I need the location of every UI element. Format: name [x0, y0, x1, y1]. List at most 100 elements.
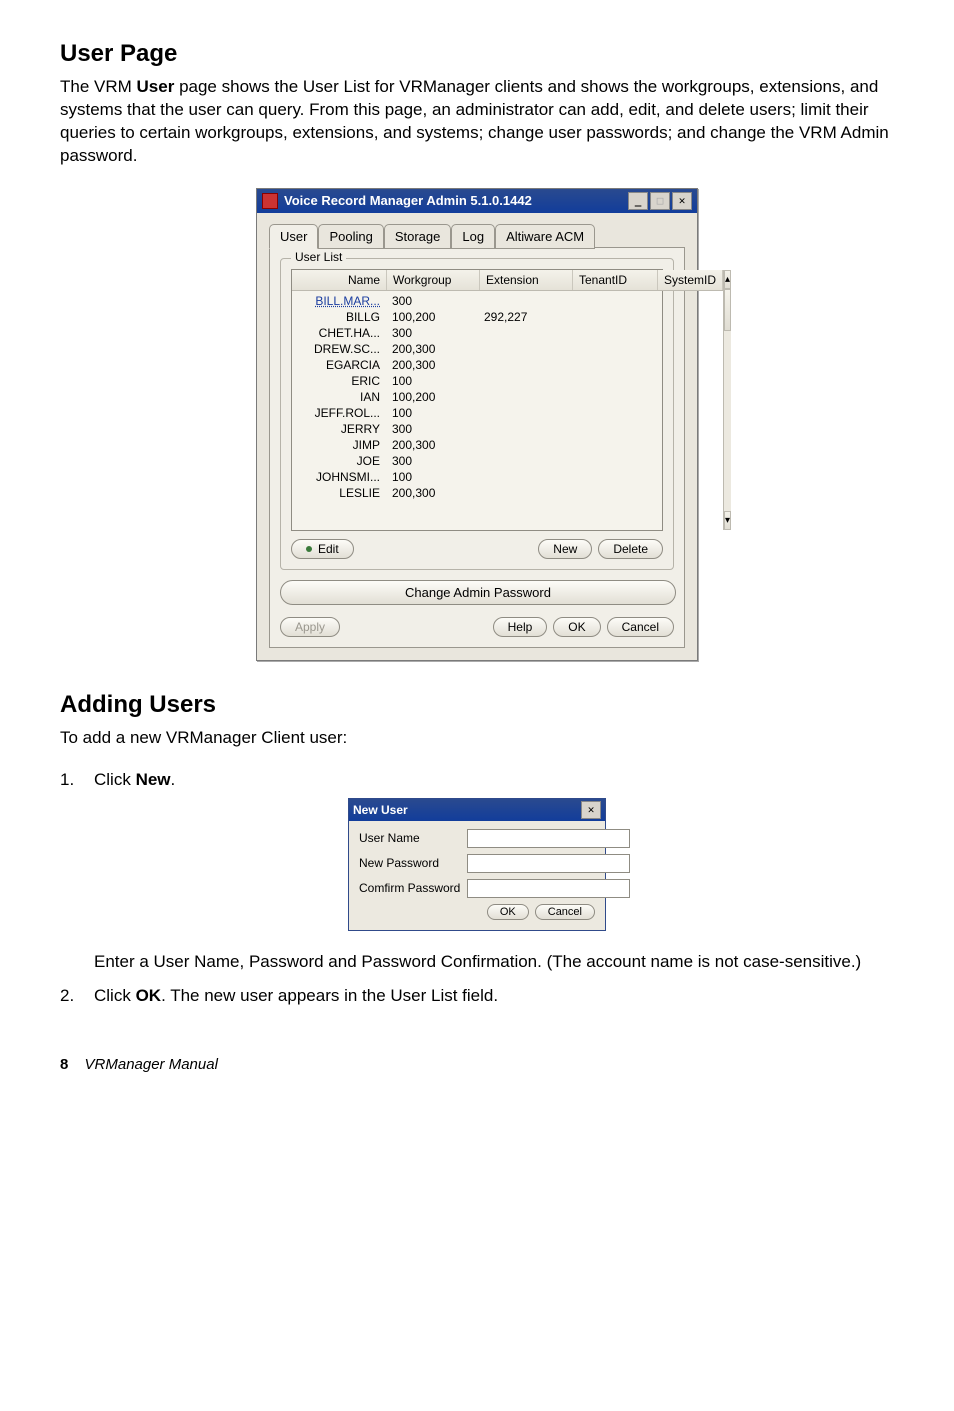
list-header: Name Workgroup Extension TenantID System…	[292, 270, 723, 291]
cell-ext	[478, 438, 570, 452]
table-row[interactable]: JOHNSMI...100	[292, 469, 723, 485]
table-row[interactable]: DREW.SC...200,300	[292, 341, 723, 357]
table-row[interactable]: JEFF.ROL...100	[292, 405, 723, 421]
cell-name: DREW.SC...	[292, 342, 386, 356]
scroll-down-button[interactable]: ▾	[724, 511, 731, 530]
table-row[interactable]: JIMP200,300	[292, 437, 723, 453]
column-workgroup[interactable]: Workgroup	[387, 270, 480, 290]
cell-name: ERIC	[292, 374, 386, 388]
dialog-close-button[interactable]: ✕	[581, 801, 601, 819]
cell-ext	[478, 454, 570, 468]
table-row[interactable]: CHET.HA...300	[292, 325, 723, 341]
cell-wg: 100	[386, 406, 478, 420]
groupbox-userlist: User List Name Workgroup Extension Tenan…	[280, 258, 674, 570]
edit-button[interactable]: Edit	[291, 539, 354, 559]
cell-name: JOHNSMI...	[292, 470, 386, 484]
cell-ext	[478, 422, 570, 436]
delete-button[interactable]: Delete	[598, 539, 663, 559]
dialog-new-user: New User ✕ User Name New Password Comfir…	[348, 798, 606, 931]
tab-altiware[interactable]: Altiware ACM	[495, 224, 595, 249]
table-row[interactable]: EGARCIA200,300	[292, 357, 723, 373]
text: .	[171, 770, 176, 789]
tab-panel-user: User List Name Workgroup Extension Tenan…	[269, 247, 685, 648]
table-row[interactable]: JOE300	[292, 453, 723, 469]
tab-log[interactable]: Log	[451, 224, 495, 249]
ok-button[interactable]: OK	[553, 617, 600, 637]
cell-name: IAN	[292, 390, 386, 404]
table-row[interactable]: BILL.MAR...300	[292, 293, 723, 309]
window-title: Voice Record Manager Admin 5.1.0.1442	[284, 193, 532, 208]
maximize-button[interactable]: □	[650, 192, 670, 210]
cell-name: CHET.HA...	[292, 326, 386, 340]
step-2: 2. Click OK. The new user appears in the…	[60, 986, 894, 1006]
table-row[interactable]: LESLIE200,300	[292, 485, 723, 501]
tab-storage[interactable]: Storage	[384, 224, 452, 249]
cell-ext	[478, 326, 570, 340]
cell-name: LESLIE	[292, 486, 386, 500]
page-number: 8	[60, 1056, 68, 1073]
cell-ext	[478, 294, 570, 308]
dot-icon	[306, 546, 312, 552]
cell-wg: 100,200	[386, 310, 478, 324]
groupbox-legend: User List	[291, 250, 346, 264]
manual-name: VRManager Manual	[85, 1056, 218, 1073]
list-rows: BILL.MAR...300 BILLG100,200292,227 CHET.…	[292, 291, 723, 503]
app-icon	[262, 193, 278, 209]
cell-ext	[478, 374, 570, 388]
scroll-up-button[interactable]: ▴	[724, 270, 731, 289]
cell-wg: 300	[386, 326, 478, 340]
column-extension[interactable]: Extension	[480, 270, 573, 290]
intro-adding-users: To add a new VRManager Client user:	[60, 727, 894, 750]
scroll-thumb[interactable]	[724, 289, 731, 331]
close-button[interactable]: ✕	[672, 192, 692, 210]
cell-wg: 100,200	[386, 390, 478, 404]
tab-bar: User Pooling Storage Log Altiware ACM	[269, 223, 685, 248]
dialog-cancel-button[interactable]: Cancel	[535, 904, 595, 920]
minimize-button[interactable]: _	[628, 192, 648, 210]
text: page shows the User List for VRManager c…	[60, 77, 889, 165]
scroll-track[interactable]	[724, 289, 731, 511]
user-list: Name Workgroup Extension TenantID System…	[291, 269, 663, 531]
cell-name: JOE	[292, 454, 386, 468]
table-row[interactable]: ERIC100	[292, 373, 723, 389]
change-admin-password-button[interactable]: Change Admin Password	[280, 580, 676, 605]
cell-ext	[478, 406, 570, 420]
table-row[interactable]: BILLG100,200292,227	[292, 309, 723, 325]
label-confirm-password: Comfirm Password	[359, 881, 467, 895]
column-name[interactable]: Name	[292, 270, 387, 290]
step-number: 2.	[60, 986, 94, 1006]
dialog-title: New User	[353, 803, 408, 817]
cell-name: JEFF.ROL...	[292, 406, 386, 420]
table-row[interactable]: IAN100,200	[292, 389, 723, 405]
cell-wg: 300	[386, 422, 478, 436]
cancel-button[interactable]: Cancel	[607, 617, 674, 637]
cell-wg: 100	[386, 374, 478, 388]
cell-name: EGARCIA	[292, 358, 386, 372]
text-bold: New	[136, 770, 171, 789]
new-button[interactable]: New	[538, 539, 592, 559]
table-row[interactable]: JERRY300	[292, 421, 723, 437]
label-username: User Name	[359, 831, 467, 845]
input-new-password[interactable]	[467, 854, 630, 873]
cell-ext: 292,227	[478, 310, 570, 324]
input-confirm-password[interactable]	[467, 879, 630, 898]
input-username[interactable]	[467, 829, 630, 848]
help-button[interactable]: Help	[493, 617, 548, 637]
dialog-titlebar: New User ✕	[349, 799, 605, 821]
cell-wg: 300	[386, 454, 478, 468]
window-vrm-admin: Voice Record Manager Admin 5.1.0.1442 _ …	[256, 188, 698, 661]
cell-name: BILL.MAR...	[292, 294, 386, 308]
tab-pooling[interactable]: Pooling	[318, 224, 383, 249]
tab-user[interactable]: User	[269, 224, 318, 249]
cell-wg: 200,300	[386, 438, 478, 452]
column-systemid[interactable]: SystemID	[658, 270, 723, 290]
text: Click	[94, 770, 136, 789]
apply-button[interactable]: Apply	[280, 617, 340, 637]
dialog-ok-button[interactable]: OK	[487, 904, 529, 920]
cell-ext	[478, 358, 570, 372]
text-bold: User	[137, 77, 175, 96]
column-tenantid[interactable]: TenantID	[573, 270, 658, 290]
cell-wg: 200,300	[386, 342, 478, 356]
scrollbar[interactable]: ▴ ▾	[723, 270, 731, 530]
heading-adding-users: Adding Users	[60, 691, 894, 719]
